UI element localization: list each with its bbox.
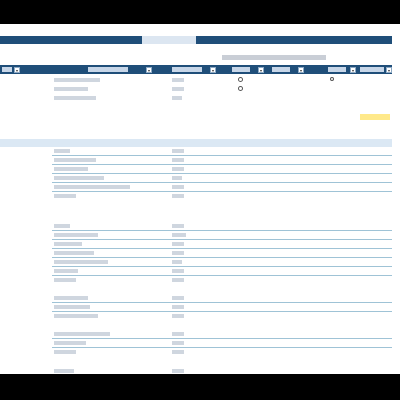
table-row [0, 276, 392, 285]
column-header [328, 67, 346, 72]
column-header [88, 67, 128, 72]
column-header [272, 67, 290, 72]
table-row [0, 192, 392, 201]
column-header [360, 67, 384, 72]
column-header [232, 67, 250, 72]
filter-dropdown-icon[interactable]: ▾ [386, 66, 392, 73]
filter-dropdown-icon[interactable]: ▾ [14, 66, 20, 73]
spreadsheet: ▾ ▾ ▾ ▾ ▾ ▾ ▾ [0, 24, 400, 374]
table-row [0, 367, 392, 374]
table-row [0, 85, 392, 94]
filter-dropdown-icon[interactable]: ▾ [258, 66, 264, 73]
filter-dropdown-icon[interactable]: ▾ [210, 66, 216, 73]
column-header-row: ▾ ▾ ▾ ▾ ▾ ▾ ▾ [0, 65, 392, 74]
section-band [0, 139, 392, 147]
filter-dropdown-icon[interactable]: ▾ [350, 66, 356, 73]
table-row [0, 312, 392, 321]
table-row [0, 76, 392, 85]
column-header [2, 67, 12, 72]
filter-dropdown-icon[interactable]: ▾ [298, 66, 304, 73]
corner-label [374, 25, 396, 31]
sheet-title-bar [0, 36, 392, 44]
column-header [172, 67, 202, 72]
table-row [0, 348, 392, 357]
sheet-title [142, 36, 196, 44]
filter-dropdown-icon[interactable]: ▾ [146, 66, 152, 73]
highlighted-cell [360, 114, 390, 120]
sub-note [222, 55, 326, 60]
table-row [0, 94, 392, 103]
